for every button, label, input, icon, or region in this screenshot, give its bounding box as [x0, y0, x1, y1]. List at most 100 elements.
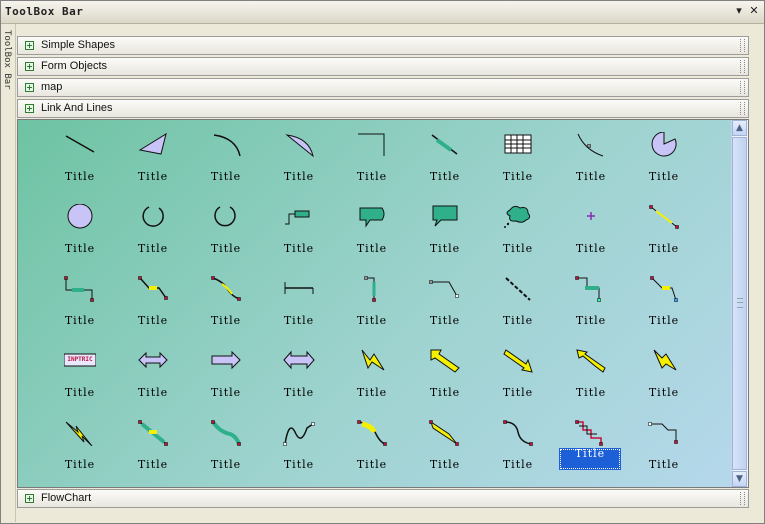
- toolbox-item-caption: Title: [356, 314, 388, 327]
- toolbox-item[interactable]: Title: [558, 202, 624, 262]
- toolbox-item[interactable]: Title: [485, 274, 551, 334]
- toolbox-item[interactable]: Title: [631, 202, 697, 262]
- toolbox-item-caption: Title: [575, 170, 607, 183]
- vertical-scrollbar[interactable]: ▲ ▼: [731, 120, 748, 487]
- toolbox-item-caption: Title: [648, 386, 680, 399]
- toolbox-item[interactable]: Title: [631, 346, 697, 406]
- toolbox-item[interactable]: Title: [339, 130, 405, 190]
- toolbox-item-caption: Title: [137, 386, 169, 399]
- toolbox-item[interactable]: Title: [558, 274, 624, 334]
- expand-icon: [25, 41, 34, 50]
- category-map[interactable]: map: [17, 78, 749, 97]
- toolbox-item[interactable]: Title: [266, 418, 332, 478]
- toolbox-item-caption: Title: [210, 170, 242, 183]
- toolbox-item[interactable]: Title: [485, 418, 551, 478]
- toolbox-item-caption: Title: [502, 386, 534, 399]
- category-flowchart[interactable]: FlowChart: [17, 489, 749, 508]
- toolbox-item[interactable]: Title: [558, 346, 624, 406]
- toolbox-item-caption: Title: [210, 314, 242, 327]
- toolbox-item-caption: Title: [356, 170, 388, 183]
- title-bar: ToolBox Bar ▾ ✕: [1, 1, 764, 24]
- toolbox-item[interactable]: Title: [120, 130, 186, 190]
- toolbox-item[interactable]: Title: [266, 202, 332, 262]
- scroll-down-icon[interactable]: ▼: [732, 471, 747, 487]
- toolbox-item[interactable]: Title: [266, 346, 332, 406]
- toolbox-item-caption: Title: [64, 458, 96, 471]
- scroll-up-icon[interactable]: ▲: [732, 120, 747, 136]
- toolbox-items-panel: Title Title Title Title Title Title Title Title…: [17, 119, 749, 488]
- toolbox-item-caption: Title: [283, 314, 315, 327]
- toolbox-item[interactable]: Title: [193, 130, 259, 190]
- toolbox-item[interactable]: Title: [266, 130, 332, 190]
- toolbox-item[interactable]: Title: [193, 202, 259, 262]
- toolbox-item-caption: Title: [64, 242, 96, 255]
- toolbox-item-caption: Title: [137, 242, 169, 255]
- toolbox-item[interactable]: Title: [339, 202, 405, 262]
- toolbox-item-caption: Title: [356, 386, 388, 399]
- toolbox-item-caption: Title: [502, 458, 534, 471]
- toolbox-item-caption: Title: [502, 314, 534, 327]
- pin-button[interactable]: ▾: [732, 4, 746, 18]
- toolbox-item[interactable]: Title: [47, 130, 113, 190]
- close-button[interactable]: ✕: [747, 4, 761, 18]
- expand-icon: [25, 104, 34, 113]
- category-form-objects[interactable]: Form Objects: [17, 57, 749, 76]
- grip-icon: [740, 102, 745, 115]
- toolbox-item[interactable]: Title: [412, 202, 478, 262]
- toolbox-item-caption: Title: [283, 458, 315, 471]
- toolbox-item-caption: Title: [429, 386, 461, 399]
- toolbox-item[interactable]: Title: [631, 274, 697, 334]
- category-simple-shapes[interactable]: Simple Shapes: [17, 36, 749, 55]
- toolbox-item[interactable]: Title: [120, 202, 186, 262]
- expand-icon: [25, 62, 34, 71]
- toolbox-item-caption: Title: [137, 314, 169, 327]
- toolbox-item[interactable]: Title: [485, 202, 551, 262]
- toolbox-item[interactable]: Title: [47, 274, 113, 334]
- toolbox-item[interactable]: Title: [631, 418, 697, 478]
- text-tag-label: INPTRIC: [67, 356, 93, 363]
- toolbox-item[interactable]: Title: [412, 346, 478, 406]
- toolbox-item[interactable]: Title: [120, 346, 186, 406]
- toolbox-item[interactable]: Title: [339, 346, 405, 406]
- grip-icon: [740, 60, 745, 73]
- toolbox-item-caption: Title: [575, 314, 607, 327]
- toolbox-item[interactable]: Title: [120, 418, 186, 478]
- grip-icon: [740, 39, 745, 52]
- scroll-thumb[interactable]: [732, 137, 747, 470]
- toolbox-item[interactable]: Title: [339, 274, 405, 334]
- toolbox-item-caption: Title: [210, 242, 242, 255]
- toolbox-item-caption: Title: [429, 170, 461, 183]
- toolbox-item[interactable]: Title: [485, 130, 551, 190]
- toolbox-item[interactable]: Title: [412, 418, 478, 478]
- toolbox-item-caption: Title: [429, 314, 461, 327]
- toolbox-item-caption: Title: [648, 458, 680, 471]
- toolbox-item[interactable]: Title: [339, 418, 405, 478]
- toolbox-item[interactable]: Title: [266, 274, 332, 334]
- category-label: Form Objects: [41, 60, 108, 72]
- toolbox-item-caption: Title: [356, 242, 388, 255]
- toolbox-item[interactable]: Title: [47, 202, 113, 262]
- expand-icon: [25, 83, 34, 92]
- toolbox-item[interactable]: Title: [485, 346, 551, 406]
- toolbox-item-caption: Title: [210, 458, 242, 471]
- toolbox-item[interactable]: Title: [120, 274, 186, 334]
- toolbox-item[interactable]: INPTRIC Title: [47, 346, 113, 406]
- toolbox-item[interactable]: Title: [412, 130, 478, 190]
- category-label: map: [41, 81, 63, 93]
- category-link-and-lines[interactable]: Link And Lines: [17, 99, 749, 118]
- toolbox-item-caption: Title: [648, 242, 680, 255]
- toolbox-item[interactable]: Title: [193, 418, 259, 478]
- toolbox-item[interactable]: Title: [412, 274, 478, 334]
- category-label: FlowChart: [41, 492, 92, 504]
- toolbox-item-caption: Title: [575, 386, 607, 399]
- toolbox-item-caption: Title: [283, 242, 315, 255]
- toolbox-item[interactable]: Title: [558, 418, 624, 478]
- side-tab[interactable]: ToolBox Bar: [1, 24, 16, 522]
- toolbox-item[interactable]: Title: [193, 346, 259, 406]
- category-label: Simple Shapes: [41, 39, 115, 51]
- toolbox-item[interactable]: Title: [193, 274, 259, 334]
- toolbox-item-caption: Title: [210, 386, 242, 399]
- toolbox-item[interactable]: Title: [47, 418, 113, 478]
- toolbox-item[interactable]: Title: [558, 130, 624, 190]
- toolbox-item[interactable]: Title: [631, 130, 697, 190]
